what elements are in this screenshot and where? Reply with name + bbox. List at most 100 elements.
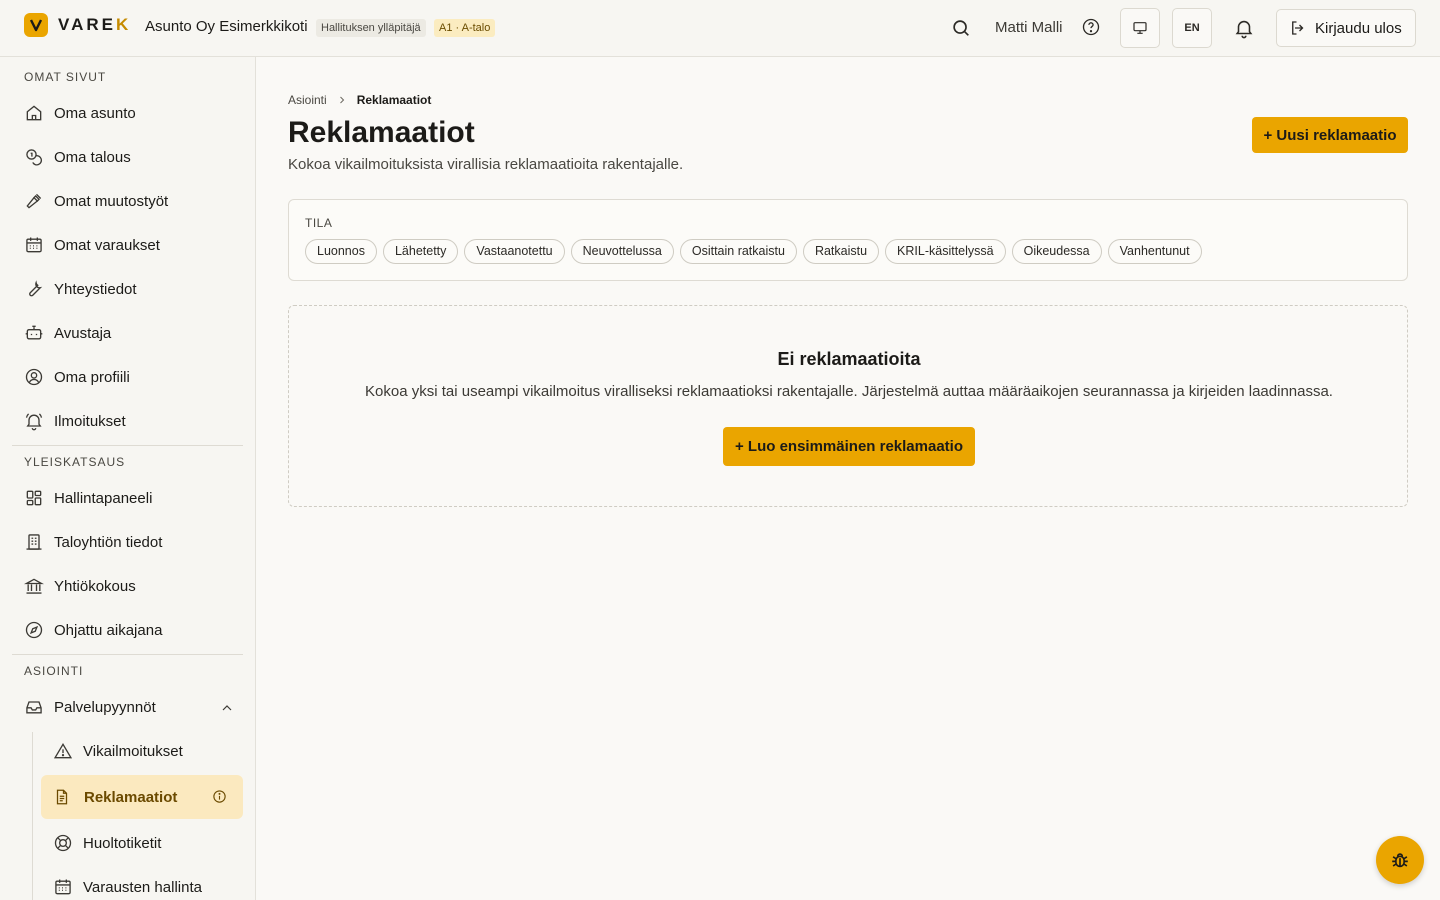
- language-button[interactable]: EN: [1172, 8, 1212, 48]
- bug-icon: [1392, 853, 1408, 868]
- sidebar-item-label: Avustaja: [54, 324, 112, 342]
- wrench-icon: [29, 280, 43, 297]
- chevron-right-icon: [339, 96, 344, 104]
- logout-icon: [1292, 21, 1304, 35]
- empty-state-title: Ei reklamaatioita: [777, 349, 921, 369]
- sidebar: OMAT SIVUT Oma asunto Oma talous Omat mu…: [0, 57, 256, 900]
- hammer-icon: [26, 193, 42, 209]
- calendar-icon: [26, 237, 42, 253]
- unit-badge: A1 · A-talo: [434, 19, 496, 37]
- section-title-yleiskatsaus: YLEISKATSAUS: [24, 455, 126, 469]
- logo-mark-icon: [24, 13, 48, 37]
- monitor-icon: [1133, 22, 1147, 34]
- sidebar-item-oma-talous[interactable]: Oma talous: [24, 145, 131, 169]
- organization-name: Asunto Oy Esimerkkikoti: [145, 18, 308, 35]
- sidebar-item-label: Varausten hallinta: [83, 878, 202, 896]
- calendar-icon: [55, 879, 71, 895]
- role-badge: Hallituksen ylläpitäjä: [316, 19, 426, 37]
- sidebar-item-yhteystiedot[interactable]: Yhteystiedot: [24, 277, 137, 301]
- sidebar-item-label: Ohjattu aikajana: [54, 621, 163, 639]
- sidebar-item-avustaja[interactable]: Avustaja: [24, 321, 111, 345]
- filter-label: TILA: [305, 216, 333, 230]
- sidebar-item-label: Yhtiökokous: [54, 577, 136, 595]
- breadcrumb: Asiointi Reklamaatiot: [288, 93, 431, 107]
- status-chip-ratkaistu[interactable]: Ratkaistu: [802, 239, 880, 264]
- sidebar-item-label: Palvelupyynnöt: [54, 698, 156, 716]
- info-icon[interactable]: [212, 789, 227, 804]
- status-chip-vastaanotettu[interactable]: Vastaanotettu: [464, 239, 565, 264]
- sidebar-item-vikailmoitukset[interactable]: Vikailmoitukset: [53, 739, 183, 763]
- app-logo[interactable]: VAREK: [24, 13, 131, 37]
- section-title-asiointi: ASIOINTI: [24, 664, 84, 678]
- page-title: Reklamaatiot: [288, 116, 475, 149]
- top-bar: VAREK Asunto Oy Esimerkkikoti Hallitukse…: [0, 0, 1440, 57]
- sidebar-item-label: Oma profiili: [54, 368, 130, 386]
- sidebar-item-label: Reklamaatiot: [84, 788, 178, 806]
- create-first-complaint-button[interactable]: + Luo ensimmäinen reklamaatio: [723, 427, 975, 466]
- sidebar-item-omat-muutostyot[interactable]: Omat muutostyöt: [24, 189, 168, 213]
- breadcrumb-current: Reklamaatiot: [356, 93, 432, 107]
- warning-icon: [53, 743, 73, 759]
- chevron-up-icon[interactable]: [219, 700, 235, 716]
- help-icon[interactable]: [1081, 17, 1101, 37]
- sidebar-item-label: Vikailmoitukset: [83, 742, 183, 760]
- submenu-guide-line: [32, 732, 33, 900]
- sidebar-item-label: Ilmoitukset: [54, 412, 126, 430]
- sidebar-item-label: Omat varaukset: [54, 236, 160, 254]
- lifebuoy-icon: [54, 834, 72, 852]
- sidebar-item-hallintapaneeli[interactable]: Hallintapaneeli: [24, 486, 152, 510]
- status-chip-lahetetty[interactable]: Lähetetty: [382, 239, 459, 264]
- file-text-icon: [56, 789, 68, 805]
- search-icon[interactable]: [950, 17, 972, 39]
- sidebar-item-label: Yhteystiedot: [54, 280, 137, 298]
- logout-label: Kirjaudu ulos: [1315, 19, 1402, 37]
- status-chip-list: Luonnos Lähetetty Vastaanotettu Neuvotte…: [305, 239, 1208, 264]
- coins-icon: [26, 149, 43, 166]
- section-title-omat-sivut: OMAT SIVUT: [24, 70, 107, 84]
- sidebar-item-ilmoitukset[interactable]: Ilmoitukset: [24, 409, 126, 433]
- notifications-bell-icon[interactable]: [1233, 17, 1255, 39]
- sidebar-item-reklamaatiot[interactable]: Reklamaatiot: [41, 775, 243, 819]
- new-complaint-button[interactable]: + Uusi reklamaatio: [1252, 117, 1408, 153]
- bug-report-button[interactable]: [1376, 836, 1424, 884]
- sidebar-item-label: Omat muutostyöt: [54, 192, 169, 210]
- sidebar-item-label: Oma talous: [54, 148, 131, 166]
- page-subtitle: Kokoa vikailmoituksista virallisia rekla…: [288, 156, 684, 173]
- sidebar-item-oma-profiili[interactable]: Oma profiili: [24, 365, 130, 389]
- sidebar-divider: [12, 445, 243, 446]
- sidebar-item-yhtiokokous[interactable]: Yhtiökokous: [24, 574, 136, 598]
- logout-button[interactable]: Kirjaudu ulos: [1276, 9, 1416, 47]
- display-mode-button[interactable]: [1120, 8, 1160, 48]
- status-filter-card: TILA Luonnos Lähetetty Vastaanotettu Neu…: [288, 199, 1408, 281]
- sidebar-item-ohjattu-aikajana[interactable]: Ohjattu aikajana: [24, 618, 162, 642]
- sidebar-divider: [12, 654, 243, 655]
- building-icon: [26, 534, 42, 550]
- sidebar-item-label: Huoltotiketit: [83, 834, 162, 852]
- sidebar-item-omat-varaukset[interactable]: Omat varaukset: [24, 233, 160, 257]
- sidebar-item-label: Oma asunto: [54, 104, 136, 122]
- status-chip-kril-kasittelyssa[interactable]: KRIL-käsittelyssä: [885, 239, 1006, 264]
- bot-icon: [25, 325, 43, 340]
- sidebar-item-label: Taloyhtiön tiedot: [54, 533, 163, 551]
- landmark-icon: [24, 578, 44, 594]
- sidebar-item-huoltotiketit[interactable]: Huoltotiketit: [53, 831, 161, 855]
- sidebar-item-oma-asunto[interactable]: Oma asunto: [24, 101, 136, 125]
- user-name[interactable]: Matti Malli: [995, 19, 1063, 36]
- status-chip-luonnos[interactable]: Luonnos: [305, 239, 377, 264]
- breadcrumb-parent[interactable]: Asiointi: [288, 93, 327, 107]
- status-chip-vanhentunut[interactable]: Vanhentunut: [1107, 239, 1202, 264]
- status-chip-neuvottelussa[interactable]: Neuvottelussa: [570, 239, 674, 264]
- sidebar-item-varausten-hallinta[interactable]: Varausten hallinta: [53, 875, 202, 899]
- status-chip-oikeudessa[interactable]: Oikeudessa: [1011, 239, 1102, 264]
- home-icon: [26, 105, 42, 121]
- compass-icon: [25, 621, 43, 639]
- status-chip-osittain-ratkaistu[interactable]: Osittain ratkaistu: [679, 239, 797, 264]
- sidebar-item-taloyhtion-tiedot[interactable]: Taloyhtiön tiedot: [24, 530, 162, 554]
- empty-state-text: Kokoa yksi tai useampi vikailmoitus vira…: [365, 383, 1333, 400]
- bell-ring-icon: [25, 413, 43, 431]
- sidebar-item-palvelupyynnot[interactable]: Palvelupyynnöt: [24, 695, 156, 719]
- logo-text: VAREK: [58, 15, 132, 34]
- inbox-icon: [26, 701, 42, 714]
- user-circle-icon: [25, 368, 43, 386]
- dashboard-icon: [26, 490, 42, 506]
